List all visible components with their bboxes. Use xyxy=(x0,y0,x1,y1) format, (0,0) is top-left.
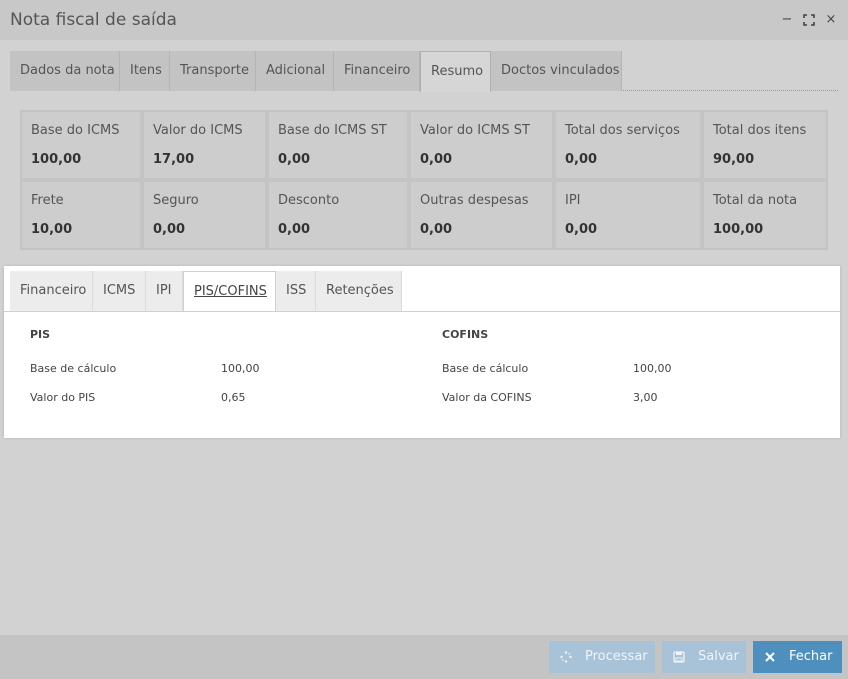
summary-label: Outras despesas xyxy=(420,193,529,208)
tab-dados-da-nota[interactable]: Dados da nota xyxy=(10,51,120,91)
fechar-button[interactable]: Fechar xyxy=(753,641,842,673)
save-icon xyxy=(672,641,686,676)
summary-label: IPI xyxy=(565,193,581,208)
cofins-base-value: 100,00 xyxy=(633,362,672,375)
cofins-valor-value: 3,00 xyxy=(633,391,658,404)
tax-sub-tabs: Financeiro ICMS IPI PIS/COFINS ISS Reten… xyxy=(10,271,834,312)
summary-cell-valor-icms-st: Valor do ICMS ST 0,00 xyxy=(409,110,554,180)
summary-value: 0,00 xyxy=(153,222,186,237)
pis-base-label: Base de cálculo xyxy=(30,362,117,375)
summary-label: Valor do ICMS ST xyxy=(420,123,530,138)
summary-value: 10,00 xyxy=(31,222,73,237)
summary-value: 0,00 xyxy=(278,222,311,237)
tab-resumo[interactable]: Resumo xyxy=(420,51,491,92)
salvar-button[interactable]: Salvar xyxy=(662,641,746,673)
summary-cell-total-nota: Total da nota 100,00 xyxy=(702,180,828,250)
tab-doctos-vinculados[interactable]: Doctos vinculados xyxy=(491,51,622,91)
summary-label: Valor do ICMS xyxy=(153,123,243,138)
dialog-footer: Processar Salvar Fechar xyxy=(0,635,848,679)
window-title: Nota fiscal de saída xyxy=(10,10,177,30)
summary-cell-total-itens: Total dos itens 90,00 xyxy=(702,110,828,180)
salvar-label: Salvar xyxy=(698,649,739,664)
summary-cell-base-icms-st: Base do ICMS ST 0,00 xyxy=(267,110,409,180)
subtab-retencoes[interactable]: Retenções xyxy=(316,271,402,311)
summary-cell-ipi: IPI 0,00 xyxy=(554,180,702,250)
cofins-base-label: Base de cálculo xyxy=(442,362,529,375)
summary-cell-valor-icms: Valor do ICMS 17,00 xyxy=(142,110,267,180)
summary-cell-seguro: Seguro 0,00 xyxy=(142,180,267,250)
cofins-valor-label: Valor da COFINS xyxy=(442,391,532,404)
summary-value: 100,00 xyxy=(713,222,764,237)
subtab-financeiro[interactable]: Financeiro xyxy=(10,271,93,311)
summary-value: 0,00 xyxy=(278,152,311,167)
summary-label: Base do ICMS xyxy=(31,123,120,138)
tab-adicional[interactable]: Adicional xyxy=(256,51,334,91)
summary-cell-frete: Frete 10,00 xyxy=(20,180,142,250)
summary-label: Base do ICMS ST xyxy=(278,123,387,138)
spinner-icon xyxy=(559,641,573,676)
summary-value: 100,00 xyxy=(31,152,82,167)
tab-itens[interactable]: Itens xyxy=(120,51,170,91)
close-icon xyxy=(763,641,777,676)
summary-label: Total da nota xyxy=(713,193,798,208)
pis-base-value: 100,00 xyxy=(221,362,260,375)
minimize-icon[interactable]: − xyxy=(780,12,794,28)
subtab-iss[interactable]: ISS xyxy=(276,271,316,311)
summary-label: Total dos serviços xyxy=(565,123,680,138)
summary-value: 0,00 xyxy=(420,152,453,167)
summary-value: 0,00 xyxy=(420,222,453,237)
summary-value: 0,00 xyxy=(565,222,598,237)
sub-tabs-divider xyxy=(4,311,840,312)
tax-detail-panel: Financeiro ICMS IPI PIS/COFINS ISS Reten… xyxy=(4,266,840,438)
tab-financeiro[interactable]: Financeiro xyxy=(334,51,420,91)
window-titlebar: Nota fiscal de saída − × xyxy=(0,0,848,40)
tab-transporte[interactable]: Transporte xyxy=(170,51,256,91)
subtab-pis-cofins[interactable]: PIS/COFINS xyxy=(183,271,276,312)
main-tabs: Dados da nota Itens Transporte Adicional… xyxy=(10,51,838,92)
summary-label: Seguro xyxy=(153,193,199,208)
summary-cell-base-icms: Base do ICMS 100,00 xyxy=(20,110,142,180)
close-window-icon[interactable]: × xyxy=(824,12,838,28)
pis-valor-value: 0,65 xyxy=(221,391,246,404)
summary-label: Total dos itens xyxy=(713,123,807,138)
summary-cell-total-servicos: Total dos serviços 0,00 xyxy=(554,110,702,180)
summary-value: 17,00 xyxy=(153,152,195,167)
pis-section-title: PIS xyxy=(30,328,51,341)
summary-label: Frete xyxy=(31,193,64,208)
processar-label: Processar xyxy=(585,649,648,664)
summary-value: 90,00 xyxy=(713,152,755,167)
fechar-label: Fechar xyxy=(789,649,833,664)
pis-valor-label: Valor do PIS xyxy=(30,391,96,404)
maximize-icon[interactable] xyxy=(802,12,816,31)
summary-value: 0,00 xyxy=(565,152,598,167)
summary-label: Desconto xyxy=(278,193,340,208)
subtab-icms[interactable]: ICMS xyxy=(93,271,146,311)
summary-cell-desconto: Desconto 0,00 xyxy=(267,180,409,250)
cofins-section-title: COFINS xyxy=(442,328,489,341)
summary-cell-outras-despesas: Outras despesas 0,00 xyxy=(409,180,554,250)
subtab-ipi[interactable]: IPI xyxy=(146,271,183,311)
processar-button[interactable]: Processar xyxy=(549,641,655,673)
